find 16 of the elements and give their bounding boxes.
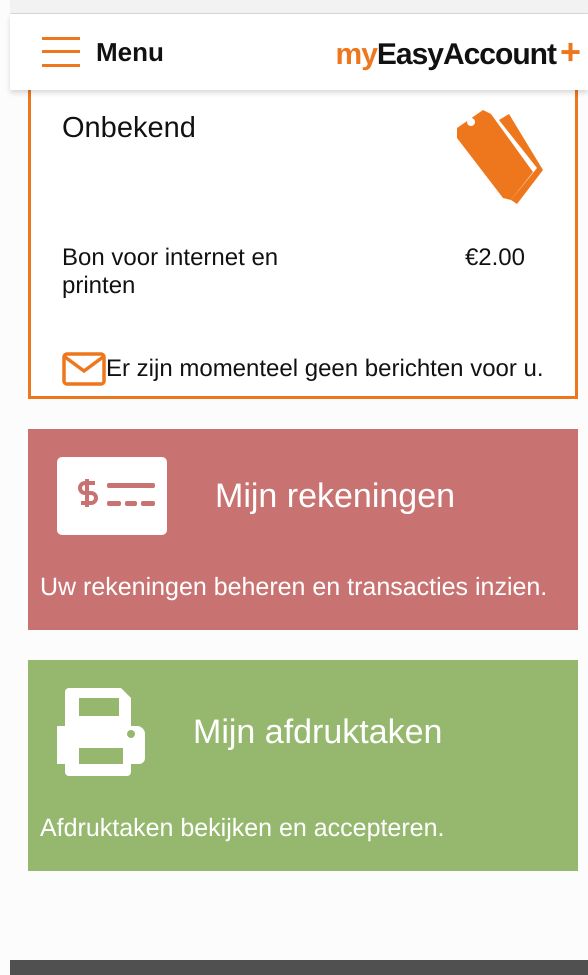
envelope-icon bbox=[62, 352, 106, 386]
menu-icon bbox=[42, 37, 80, 67]
tile-description: Afdruktaken bekijken en accepteren. bbox=[40, 814, 446, 843]
balance: €2.00 bbox=[464, 244, 525, 272]
tile-title: Mijn rekeningen bbox=[215, 476, 456, 516]
menu-button[interactable]: Menu bbox=[42, 36, 164, 68]
product-name: Bon voor internet en printen bbox=[62, 244, 280, 300]
message-text: Er zijn momenteel geen berichten voor u. bbox=[106, 354, 544, 384]
bill-icon bbox=[57, 457, 167, 536]
tile-title: Mijn afdruktaken bbox=[193, 712, 442, 752]
menu-tile[interactable]: Mijn rekeningen Uw rekeningen beheren en transacties inzien. bbox=[28, 429, 578, 630]
printer-icon bbox=[57, 688, 145, 776]
logo: myEasyAccount+ bbox=[336, 31, 580, 73]
account-status: Onbekend bbox=[62, 112, 196, 145]
tile-description: Uw rekeningen beheren en transacties inzien. bbox=[40, 573, 548, 602]
menu-tile[interactable]: Mijn afdruktaken Afdruktaken bekijken en accepteren. bbox=[28, 660, 578, 871]
